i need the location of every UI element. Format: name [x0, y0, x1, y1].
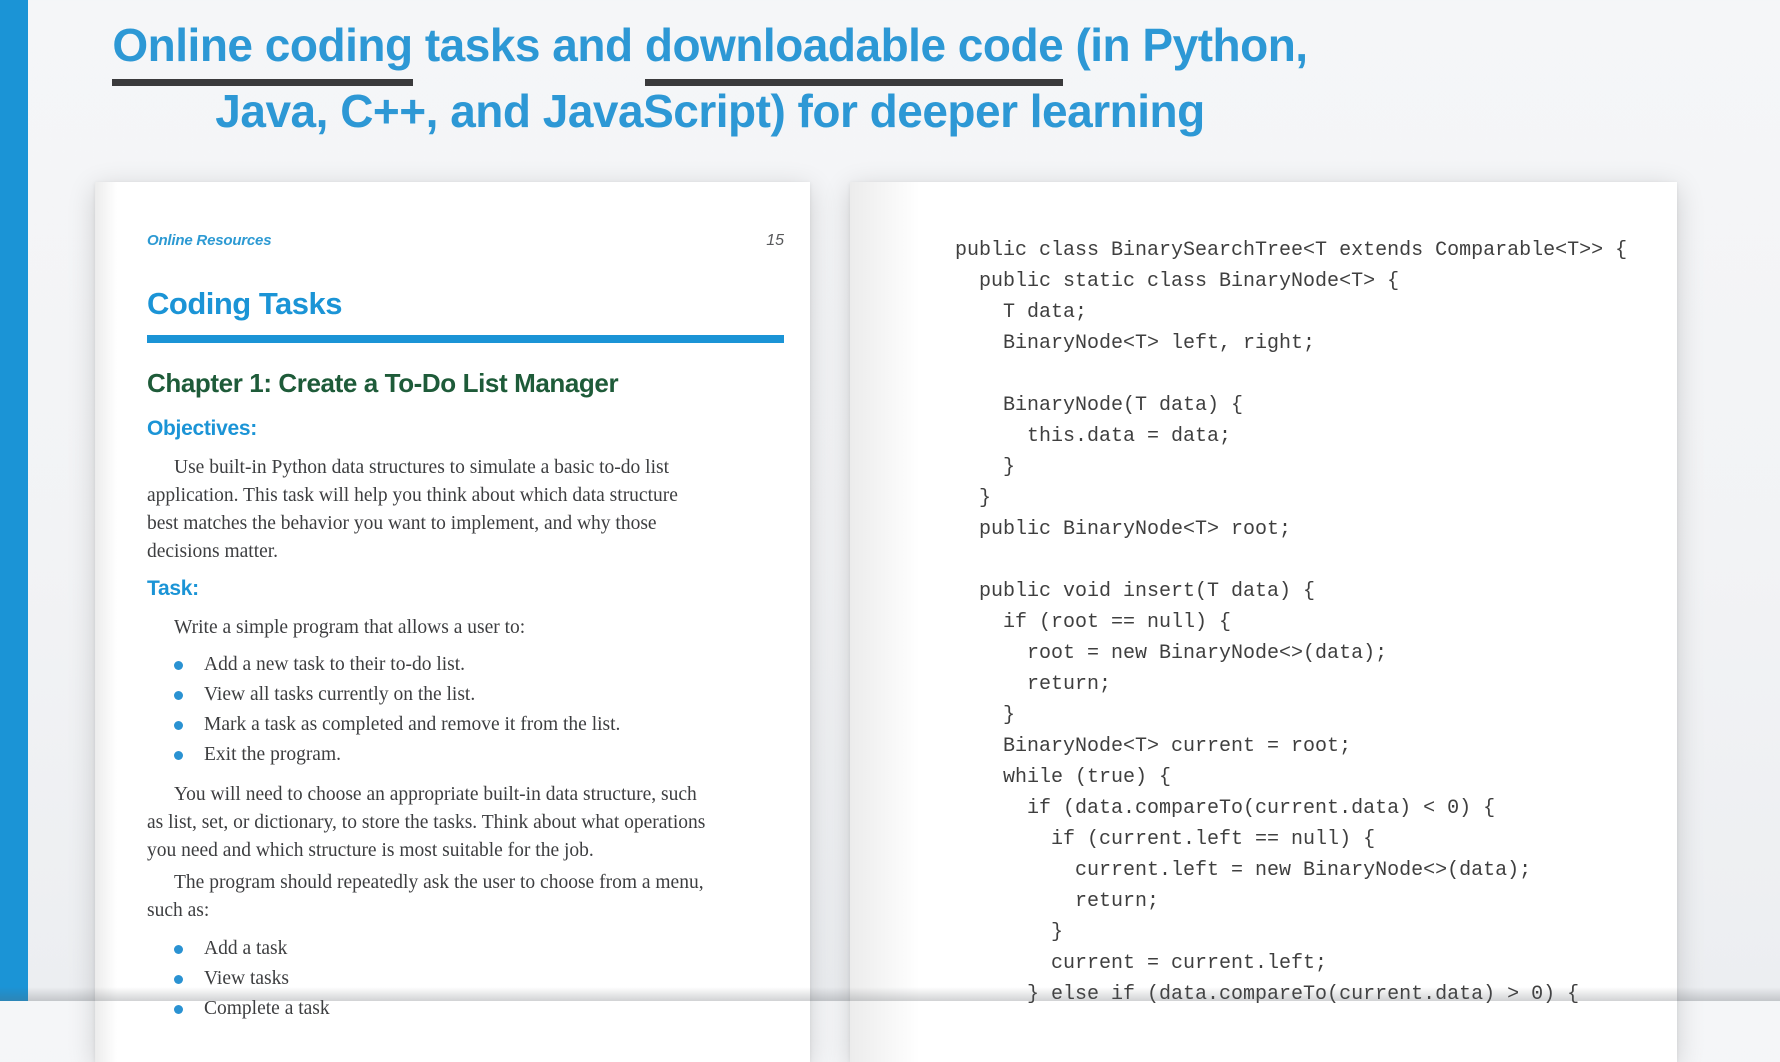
bullet-icon — [174, 661, 183, 670]
objectives-paragraph: Use built-in Python data structures to s… — [147, 454, 784, 566]
task-list-item-text: Mark a task as completed and remove it f… — [204, 714, 620, 735]
page-title: Online coding tasks and downloadable cod… — [0, 12, 1420, 144]
task-list-item: Add a new task to their to-do list. — [174, 651, 784, 679]
menu-list-item-text: Add a task — [204, 938, 287, 959]
title-text-segment-3: Java, C++, and JavaScript) for deeper le… — [215, 85, 1204, 137]
page-number: 15 — [766, 232, 784, 250]
left-book-page: Online Resources 15 Coding Tasks Chapter… — [95, 182, 810, 1062]
title-line-2: Java, C++, and JavaScript) for deeper le… — [0, 78, 1420, 144]
task-list-item: View all tasks currently on the list. — [174, 681, 784, 709]
running-header: Online Resources — [147, 232, 271, 249]
task-intro: Write a simple program that allows a use… — [147, 614, 784, 642]
menu-list-item: Add a task — [174, 935, 784, 963]
bullet-icon — [174, 721, 183, 730]
menu-list-item-text: View tasks — [204, 968, 289, 989]
menu-list-item-text: Complete a task — [204, 998, 330, 1019]
title-text-segment-2: (in Python, — [1063, 19, 1307, 71]
bullet-icon — [174, 975, 183, 984]
title-text-segment: tasks and — [413, 19, 645, 71]
page-header-row: Online Resources 15 — [147, 232, 784, 252]
objectives-label: Objectives: — [147, 418, 784, 440]
task-list-item-text: View all tasks currently on the list. — [204, 684, 475, 705]
task-list-item-text: Exit the program. — [204, 744, 341, 765]
code-block: public class BinarySearchTree<T extends … — [850, 182, 1677, 1010]
bullet-icon — [174, 1005, 183, 1014]
accent-bar — [0, 0, 28, 1001]
bullet-icon — [174, 751, 183, 760]
menu-list-item: Complete a task — [174, 995, 784, 1023]
task-label: Task: — [147, 578, 784, 600]
task-list-item: Exit the program. — [174, 741, 784, 769]
title-underlined-downloadable-code: downloadable code — [645, 19, 1063, 86]
chapter-heading: Chapter 1: Create a To-Do List Manager — [147, 369, 784, 397]
title-line-1: Online coding tasks and downloadable cod… — [0, 12, 1420, 78]
task-list-item-text: Add a new task to their to-do list. — [204, 654, 465, 675]
section-rule — [147, 335, 784, 343]
bullet-icon — [174, 945, 183, 954]
section-title: Coding Tasks — [147, 288, 784, 319]
task-list-item: Mark a task as completed and remove it f… — [174, 711, 784, 739]
menu-intro-paragraph: The program should repeatedly ask the us… — [147, 869, 784, 925]
right-book-page: public class BinarySearchTree<T extends … — [850, 182, 1677, 1062]
title-underlined-online-coding: Online coding — [112, 19, 412, 86]
note-paragraph: You will need to choose an appropriate b… — [147, 781, 784, 865]
menu-list-item: View tasks — [174, 965, 784, 993]
bullet-icon — [174, 691, 183, 700]
menu-list: Add a task View tasks Complete a task — [174, 935, 784, 1023]
task-list: Add a new task to their to-do list. View… — [174, 651, 784, 769]
